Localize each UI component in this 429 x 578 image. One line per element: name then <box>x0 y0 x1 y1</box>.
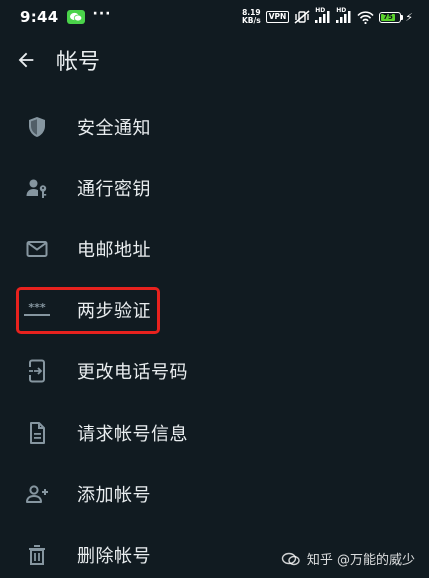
menu-item-two-step-verification[interactable]: *** 两步验证 <box>0 280 429 341</box>
menu-item-label: 两步验证 <box>77 301 151 323</box>
net-speed-unit: KB/s <box>241 16 261 25</box>
back-button[interactable] <box>2 36 50 84</box>
more-notifications-indicator: ··· <box>92 6 112 22</box>
watermark: 知乎 @万能的威少 <box>281 549 415 568</box>
wifi-icon <box>357 10 374 24</box>
menu-item-label: 删除帐号 <box>77 545 151 567</box>
app-bar: 帐号 <box>0 34 429 86</box>
menu-item-label: 通行密钥 <box>77 178 151 200</box>
status-left: 9:44 ··· <box>20 6 112 26</box>
menu-item-label: 请求帐号信息 <box>77 423 188 445</box>
status-time: 9:44 <box>20 8 59 26</box>
status-right: 8.19 KB/s VPN HD HD 75 ⚡ <box>242 7 413 25</box>
menu-item-change-number[interactable]: 更改电话号码 <box>0 341 429 402</box>
menu-item-passkeys[interactable]: 通行密钥 <box>0 157 429 218</box>
wechat-channel-logo-icon <box>281 552 300 565</box>
vpn-badge: VPN <box>265 11 290 23</box>
menu-item-email[interactable]: 电邮地址 <box>0 218 429 279</box>
person-add-icon <box>23 480 51 508</box>
document-icon <box>23 419 51 447</box>
password-dots-icon: *** <box>23 296 51 324</box>
net-speed: 8.19 KB/s <box>242 9 261 25</box>
hd-label-1: HD <box>315 7 326 14</box>
menu-item-request-account-info[interactable]: 请求帐号信息 <box>0 402 429 463</box>
mail-icon <box>23 235 51 263</box>
passkey-icon <box>23 174 51 202</box>
settings-list: 安全通知 通行密钥 电邮地址 *** 两步验证 更改电话号码 请求帐号信息 添加… <box>0 96 429 578</box>
vibrate-mute-icon <box>294 10 310 24</box>
battery-icon: 75 ⚡ <box>379 11 413 24</box>
charging-icon: ⚡ <box>405 10 413 24</box>
hd-label-2: HD <box>336 7 347 14</box>
menu-item-label: 更改电话号码 <box>77 362 188 384</box>
svg-text:***: *** <box>28 301 46 314</box>
watermark-text: 知乎 @万能的威少 <box>306 553 415 568</box>
shield-icon <box>23 113 51 141</box>
phone-change-icon <box>23 357 51 385</box>
menu-item-label: 电邮地址 <box>77 239 151 261</box>
trash-icon <box>23 541 51 569</box>
page-title: 帐号 <box>56 50 101 75</box>
signal-2: HD <box>336 7 352 23</box>
signal-1: HD <box>315 7 331 23</box>
menu-item-label: 添加帐号 <box>77 484 151 506</box>
menu-item-label: 安全通知 <box>77 117 151 139</box>
wechat-icon <box>66 10 85 24</box>
status-bar: 9:44 ··· 8.19 KB/s VPN HD HD 75 ⚡ <box>0 0 429 34</box>
menu-item-add-account[interactable]: 添加帐号 <box>0 463 429 524</box>
battery-level: 75 <box>381 13 395 21</box>
arrow-left-icon <box>18 52 34 68</box>
menu-item-security-notifications[interactable]: 安全通知 <box>0 96 429 157</box>
